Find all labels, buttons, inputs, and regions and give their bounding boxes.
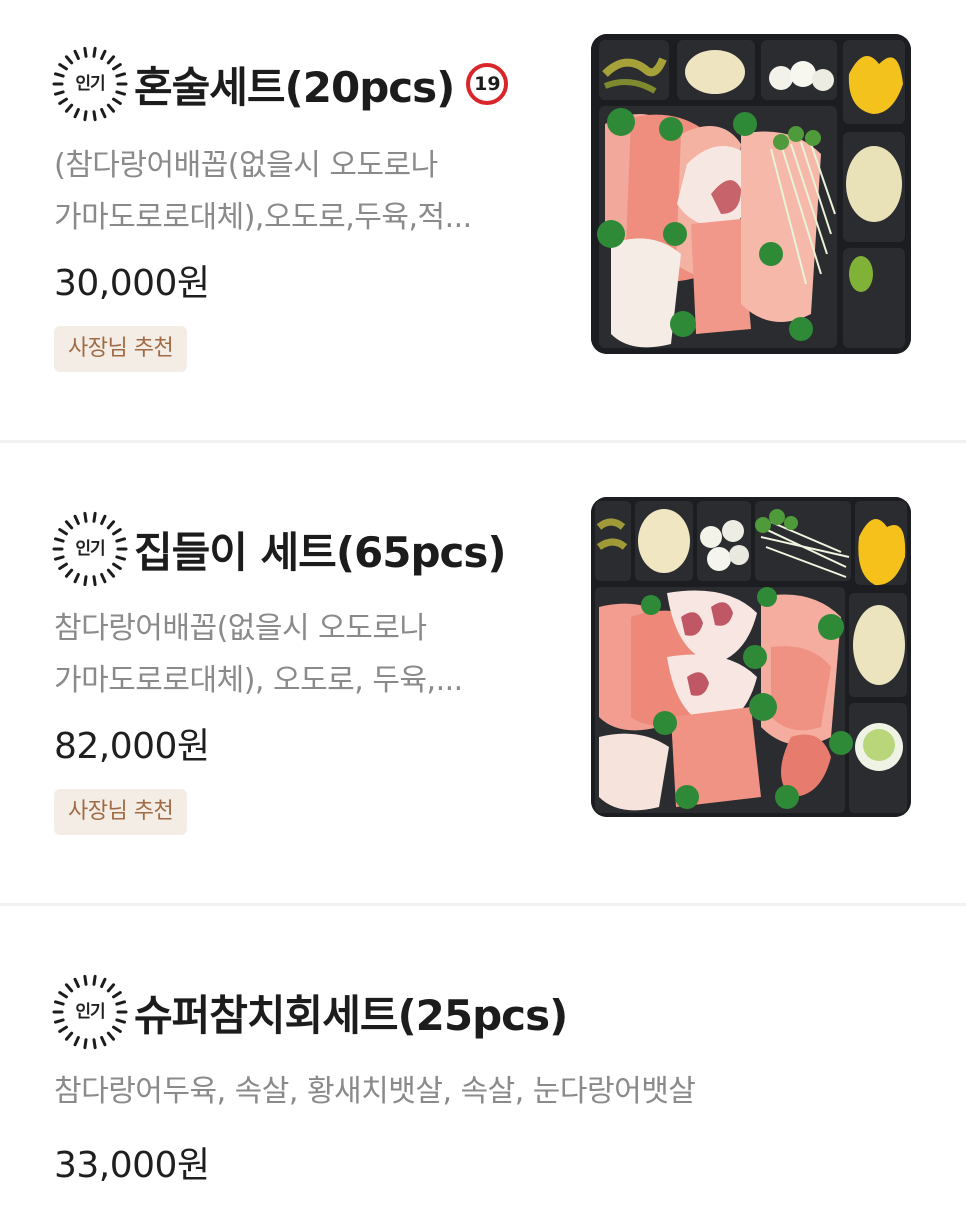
item-title-row: 인기 집들이 세트(65pcs) bbox=[52, 509, 507, 589]
owner-recommend-tag: 사장님 추천 bbox=[54, 326, 188, 372]
popular-badge-icon: 인기 bbox=[52, 46, 128, 122]
popular-badge-icon: 인기 bbox=[52, 974, 128, 1050]
item-price: 82,000원 bbox=[54, 726, 210, 767]
item-description: 참다랑어두육, 속살, 황새치뱃살, 속살, 눈다랑어뱃살 bbox=[54, 1074, 696, 1109]
owner-recommend-tag: 사장님 추천 bbox=[54, 789, 188, 835]
item-title: 집들이 세트(65pcs) bbox=[134, 527, 507, 577]
tuna-sashimi-platter-image[interactable] bbox=[591, 34, 911, 354]
item-description: (참다랑어배꼽(없을시 오도로나 가마도로로대체),오도로,두육,적... bbox=[54, 148, 472, 235]
item-price: 30,000원 bbox=[54, 263, 210, 304]
item-title-row: 인기 혼술세트(20pcs) 19 bbox=[52, 44, 509, 124]
popular-badge-icon: 인기 bbox=[52, 511, 128, 587]
item-price: 33,000원 bbox=[54, 1145, 210, 1186]
item-title-row: 인기 슈퍼참치회세트(25pcs) bbox=[52, 972, 568, 1052]
item-description: 참다랑어배꼽(없을시 오도로나 가마도로로대체), 오도로, 두육,... bbox=[54, 611, 463, 698]
menu-item-housewarming-set[interactable]: 인기 집들이 세트(65pcs) 참다랑어배꼽(없을시 오도로나 가마도로로대체… bbox=[0, 443, 966, 903]
item-title: 슈퍼참치회세트(25pcs) bbox=[134, 990, 568, 1040]
menu-item-super-tuna-set[interactable]: 인기 슈퍼참치회세트(25pcs) 참다랑어두육, 속살, 황새치뱃살, 속살,… bbox=[0, 906, 966, 1217]
age-19-badge-icon: 19 bbox=[466, 63, 509, 105]
menu-item-honsul-set[interactable]: 인기 혼술세트(20pcs) 19 (참다랑어배꼽(없을시 오도로나 가마도로로… bbox=[0, 0, 966, 440]
tuna-sashimi-large-platter-image[interactable] bbox=[591, 497, 911, 817]
item-title: 혼술세트(20pcs) bbox=[134, 62, 455, 112]
